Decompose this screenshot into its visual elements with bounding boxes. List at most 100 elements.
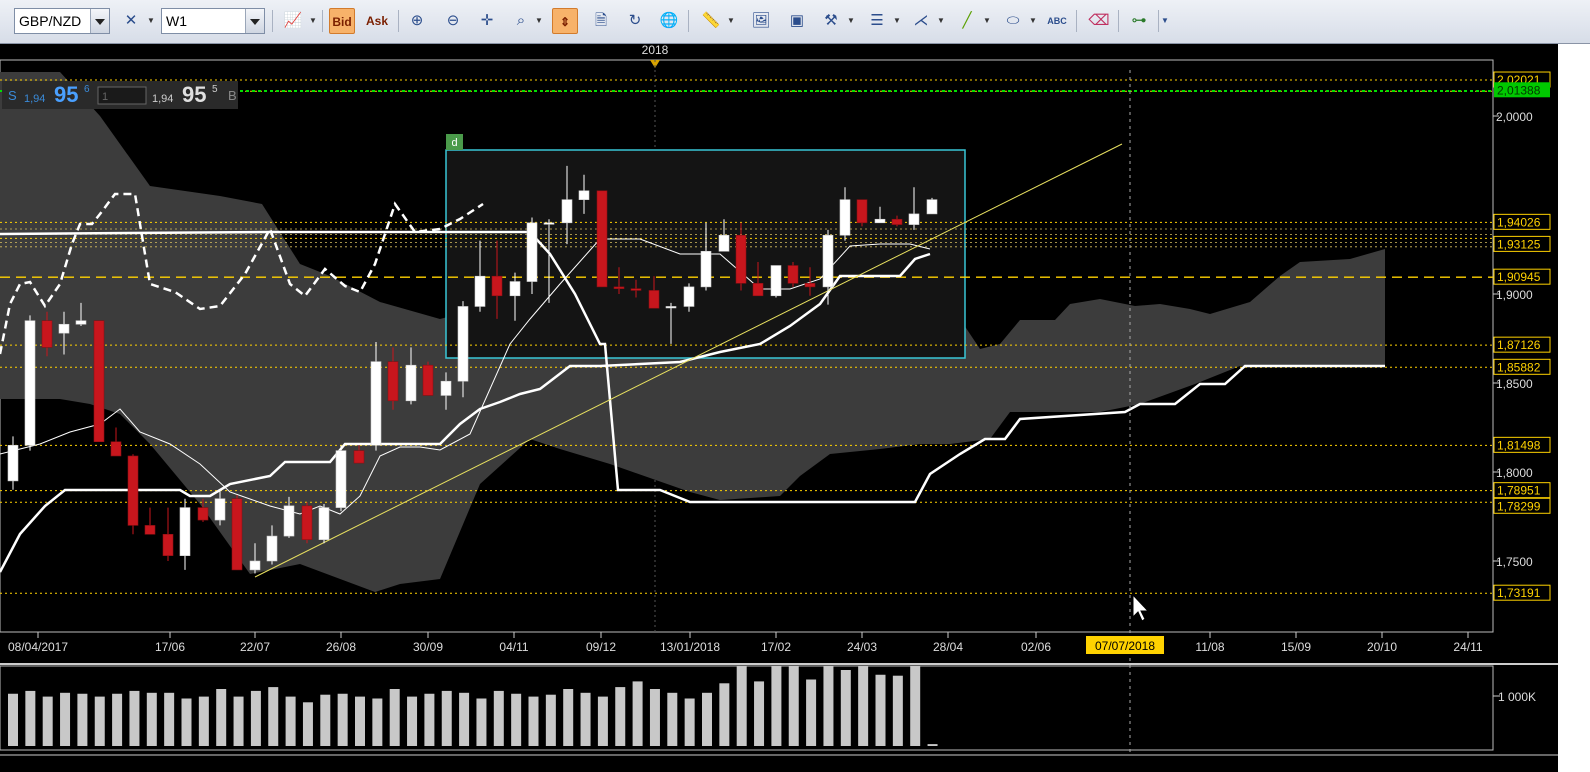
chevron-down-icon[interactable]: ▼ — [936, 8, 946, 34]
window-icon[interactable]: ▣ — [784, 8, 810, 34]
chevron-down-icon[interactable]: ▼ — [726, 8, 736, 34]
level-label: 1,90945 — [1497, 270, 1541, 284]
toolbar-overflow-icon[interactable]: ▼ — [1160, 8, 1170, 34]
volume-bar — [8, 693, 18, 746]
candle-body — [630, 288, 642, 291]
ruler-icon[interactable]: 📏 — [698, 8, 724, 34]
candle-body — [162, 533, 174, 556]
chevron-down-icon[interactable]: ▼ — [1028, 8, 1038, 34]
auto-scroll-icon[interactable]: ⇕ — [552, 8, 578, 34]
volume-bar — [285, 696, 296, 746]
candle-body — [231, 498, 243, 571]
candle-body — [578, 190, 590, 200]
eraser-icon[interactable]: ⌫ — [1086, 8, 1112, 34]
chevron-down-icon[interactable]: ▼ — [534, 8, 544, 34]
chevron-down-icon[interactable]: ▼ — [308, 8, 318, 34]
volume-bar — [268, 687, 279, 746]
chevron-down-icon[interactable] — [245, 9, 264, 33]
date-tick-label: 26/08 — [326, 640, 356, 654]
network-icon[interactable]: ⊶ — [1126, 8, 1152, 34]
volume-bar — [719, 683, 730, 746]
volume-bar — [216, 689, 227, 746]
date-tick-label: 28/04 — [933, 640, 963, 654]
candle-body — [58, 323, 70, 334]
level-label: 1,94026 — [1497, 215, 1541, 229]
volume-bar — [25, 690, 36, 746]
candle-body — [93, 320, 105, 443]
date-tick-label: 15/09 — [1281, 640, 1311, 654]
globe-icon[interactable]: 🌐 — [656, 8, 682, 34]
candle-body — [283, 505, 295, 537]
candle-body — [353, 450, 365, 464]
refresh-icon[interactable]: ↻ — [622, 8, 648, 34]
volume-bar — [320, 694, 331, 746]
chevron-down-icon[interactable] — [90, 9, 109, 33]
ellipse-icon[interactable]: ⬭ — [1000, 8, 1026, 34]
tools-icon[interactable]: ⚒ — [818, 8, 844, 34]
volume-bar — [545, 694, 556, 746]
zoom-out-icon[interactable]: ⊖ — [440, 8, 466, 34]
toolbar-separator — [1118, 10, 1119, 32]
price-tick-label: 2,0000 — [1496, 110, 1533, 124]
candle-body — [370, 361, 382, 446]
volume-bar — [493, 690, 504, 746]
level-label: 1,78299 — [1497, 499, 1541, 513]
chevron-down-icon[interactable]: ▼ — [146, 8, 156, 34]
candle-body — [683, 286, 695, 307]
price-tick-label: 1,7500 — [1496, 555, 1533, 569]
timeframe-select[interactable]: W1 — [161, 8, 265, 34]
fan-icon[interactable]: ⋌ — [908, 8, 934, 34]
volume-bar — [667, 692, 678, 746]
sell-price-pips[interactable]: 95 — [54, 82, 78, 107]
trendline-icon[interactable]: ╱ — [954, 8, 980, 34]
text-tool-icon[interactable]: ABC — [1044, 8, 1070, 34]
candle-body — [665, 306, 677, 309]
magnifier-icon[interactable]: ⌕ — [508, 8, 534, 34]
buy-price-prefix[interactable]: 1,94 — [152, 93, 173, 105]
sell-price-fraction: 6 — [84, 84, 90, 95]
chevron-down-icon[interactable]: ▼ — [892, 8, 902, 34]
volume-bar — [736, 666, 747, 746]
volume-bar — [77, 693, 88, 746]
candle-body — [197, 507, 209, 521]
candle-body — [266, 535, 278, 562]
chart-type-icon[interactable]: 📈 — [280, 8, 306, 34]
buy-label[interactable]: B — [228, 88, 237, 103]
level-label: 1,87126 — [1497, 338, 1541, 352]
volume-bar — [858, 666, 869, 746]
crosshair-icon[interactable]: ✛ — [474, 8, 500, 34]
buy-price-pips[interactable]: 95 — [182, 82, 206, 107]
level-label: 1,85882 — [1497, 360, 1541, 374]
chart-canvas[interactable]: 2018 d S 1,94 95 6 1 1,94 95 5 B 2,0000 1… — [0, 44, 1590, 772]
volume-bar — [771, 666, 782, 746]
symbol-select[interactable]: GBP/NZD — [14, 8, 110, 34]
remove-indicator-icon[interactable]: ✕ — [118, 8, 144, 34]
chevron-down-icon[interactable]: ▼ — [982, 8, 992, 34]
volume-bar — [129, 690, 140, 746]
candle-body — [144, 525, 156, 535]
one-click-trading-panel: S 1,94 95 6 1 1,94 95 5 B — [2, 81, 238, 109]
date-tick-label: 30/09 — [413, 640, 443, 654]
sell-price-prefix[interactable]: 1,94 — [24, 93, 45, 105]
candle-body — [596, 190, 608, 288]
ask-button[interactable]: Ask — [364, 8, 390, 34]
chevron-down-icon[interactable]: ▼ — [846, 8, 856, 34]
zoom-in-icon[interactable]: ⊕ — [404, 8, 430, 34]
sell-label[interactable]: S — [8, 88, 17, 103]
volume-bar — [302, 702, 313, 746]
candle-body — [318, 507, 330, 540]
volume-bar — [146, 692, 157, 746]
bid-button[interactable]: Bid — [329, 8, 355, 34]
candle-body — [561, 199, 573, 224]
level-label: 1,73191 — [1497, 586, 1541, 600]
volume-axis-tick: 1 000K — [1498, 690, 1536, 704]
volume-bar — [441, 690, 452, 746]
volume-bar — [355, 696, 365, 746]
horizontal-lines-icon[interactable]: ☰ — [864, 8, 890, 34]
right-border — [1558, 44, 1590, 772]
volume-bar — [927, 744, 938, 746]
price-tick-label: 1,8500 — [1496, 377, 1533, 391]
template-icon[interactable]: 🗎 — [588, 8, 614, 34]
volume-bar — [528, 696, 539, 746]
image-icon[interactable]: 🖼 — [748, 8, 774, 34]
